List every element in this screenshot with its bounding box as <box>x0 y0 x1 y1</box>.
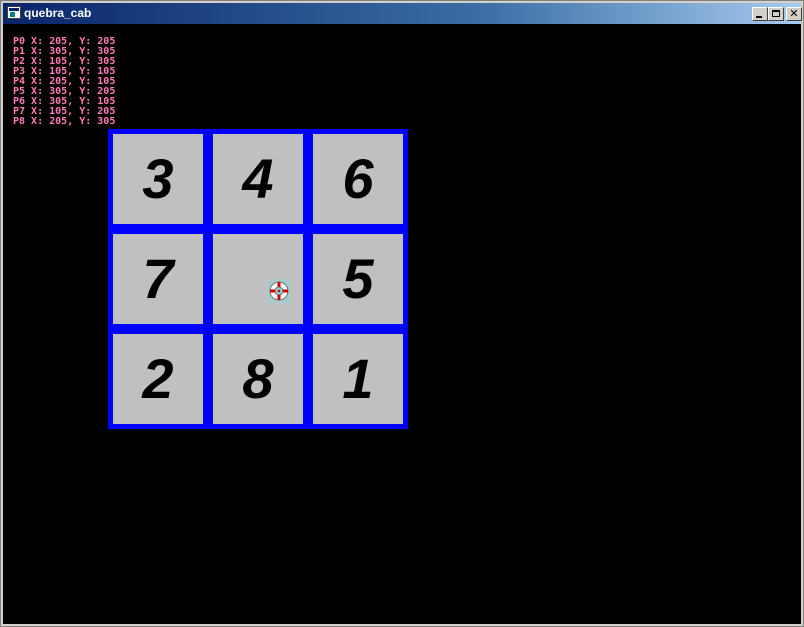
tile-r1-c0[interactable]: 7 <box>113 234 203 324</box>
app-window: quebra_cab ✕ P0 X: 205, Y: 205 P1 X: 305… <box>0 0 804 627</box>
title-bar[interactable]: quebra_cab ✕ <box>3 3 802 24</box>
tile-r1-c2[interactable]: 5 <box>313 234 403 324</box>
maximize-button[interactable] <box>768 7 784 21</box>
close-icon: ✕ <box>789 7 799 20</box>
tile-r2-c0[interactable]: 2 <box>113 334 203 424</box>
tile-number: 1 <box>342 347 374 410</box>
tile-number: 3 <box>142 147 174 210</box>
game-canvas[interactable]: P0 X: 205, Y: 205 P1 X: 305, Y: 305 P2 X… <box>3 24 801 624</box>
debug-line-p8: P8 X: 205, Y: 305 <box>13 116 116 127</box>
tile-r0-c0[interactable]: 3 <box>113 134 203 224</box>
app-icon[interactable] <box>7 6 21 19</box>
position-debug-list: P0 X: 205, Y: 205 P1 X: 305, Y: 305 P2 X… <box>13 37 115 127</box>
tile-number: 5 <box>342 247 374 310</box>
tile-number: 4 <box>242 147 274 210</box>
tile-number: 8 <box>242 347 274 410</box>
tile-r0-c1[interactable]: 4 <box>213 134 303 224</box>
minimize-button[interactable] <box>752 7 768 21</box>
maximize-icon <box>772 10 780 17</box>
tile-number: 2 <box>142 347 174 410</box>
tile-number: 6 <box>342 147 374 210</box>
puzzle-board: 3 4 6 7 5 2 8 1 <box>108 129 408 429</box>
minimize-icon <box>756 16 762 18</box>
tile-number: 7 <box>142 247 174 310</box>
tile-r2-c1[interactable]: 8 <box>213 334 303 424</box>
tile-r0-c2[interactable]: 6 <box>313 134 403 224</box>
window-title: quebra_cab <box>24 6 92 20</box>
close-button[interactable]: ✕ <box>786 7 802 21</box>
lifebuoy-cursor-icon <box>267 279 291 303</box>
tile-r2-c2[interactable]: 1 <box>313 334 403 424</box>
